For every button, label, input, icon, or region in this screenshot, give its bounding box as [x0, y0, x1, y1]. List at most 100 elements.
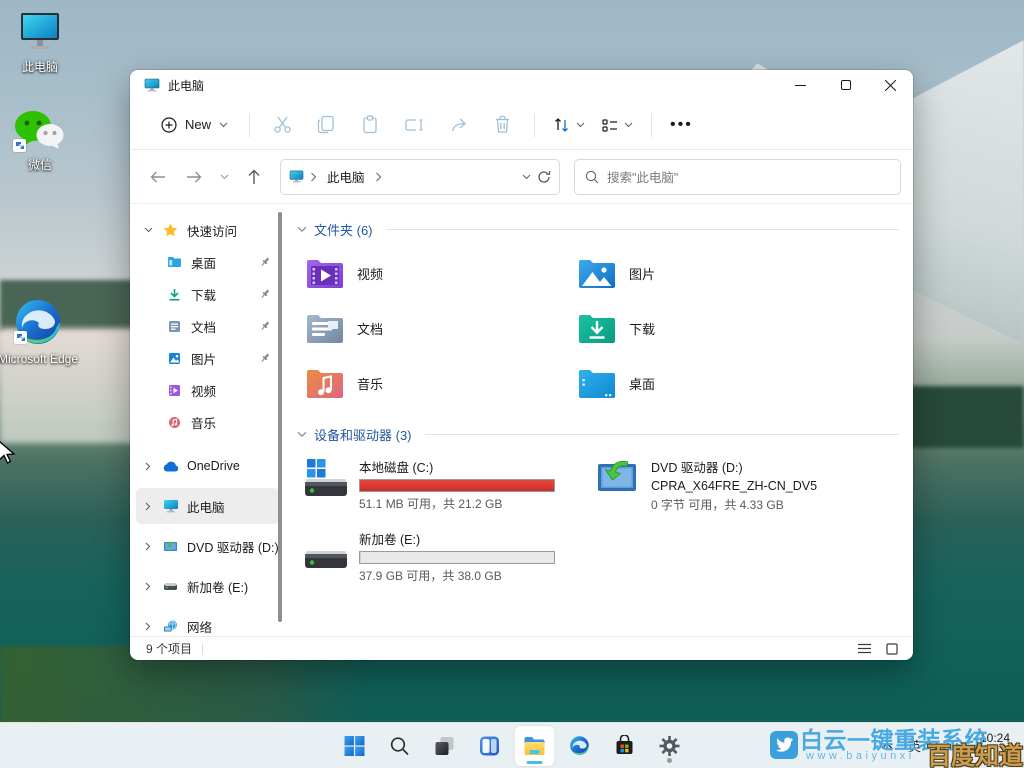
- chevron-right-icon[interactable]: [142, 622, 154, 631]
- disk-usage-bar: [359, 479, 555, 492]
- folder-tile-videos[interactable]: 视频: [295, 246, 567, 301]
- start-button[interactable]: [335, 726, 375, 766]
- file-explorer-button[interactable]: [515, 726, 555, 766]
- chevron-down-icon[interactable]: [142, 227, 154, 233]
- title-bar[interactable]: 此电脑: [130, 70, 913, 100]
- forward-button[interactable]: [178, 161, 210, 193]
- sidebar-item-dvd-drive[interactable]: DVD 驱动器 (D:): [136, 528, 279, 564]
- drive-tile-c[interactable]: 本地磁盘 (C:) 51.1 MB 可用，共 21.2 GB: [295, 451, 587, 519]
- windows-logo-icon: [344, 735, 366, 757]
- search-button[interactable]: [380, 726, 420, 766]
- sidebar-item-onedrive[interactable]: OneDrive: [136, 448, 279, 484]
- sidebar-item-this-pc[interactable]: 此电脑: [136, 488, 279, 524]
- folder-tile-documents[interactable]: 文档: [295, 301, 567, 356]
- sidebar-item-label: 网络: [187, 617, 212, 636]
- recent-locations-button[interactable]: [214, 161, 234, 193]
- address-bar[interactable]: 此电脑: [280, 159, 560, 195]
- folder-tile-desktop[interactable]: 桌面: [567, 356, 839, 411]
- folder-tile-pictures[interactable]: 图片: [567, 246, 839, 301]
- chevron-right-icon[interactable]: [142, 542, 154, 551]
- store-button[interactable]: [605, 726, 645, 766]
- input-language-indicator[interactable]: 英: [903, 732, 926, 759]
- folder-tile-music[interactable]: 音乐: [295, 356, 567, 411]
- hidden-icons-chevron[interactable]: [881, 742, 893, 750]
- sidebar-item-documents[interactable]: 文档: [136, 310, 279, 342]
- sidebar-item-pictures[interactable]: 图片: [136, 342, 279, 374]
- desktop-icon-this-pc[interactable]: 此电脑: [0, 10, 86, 75]
- chevron-down-icon: [219, 122, 228, 128]
- section-rule: [386, 229, 899, 230]
- desktop-folder-icon: [577, 367, 617, 400]
- maximize-button[interactable]: [823, 70, 868, 100]
- sidebar-item-label: DVD 驱动器 (D:): [187, 537, 279, 556]
- cut-button[interactable]: [260, 108, 304, 142]
- rename-button[interactable]: [392, 108, 436, 142]
- sidebar-item-label: 视频: [191, 381, 216, 400]
- chevron-right-icon[interactable]: [142, 582, 154, 591]
- sidebar-item-videos[interactable]: 视频: [136, 374, 279, 406]
- paste-button[interactable]: [348, 108, 392, 142]
- downloads-folder-icon: [577, 312, 617, 345]
- chevron-right-icon[interactable]: [142, 462, 154, 471]
- hard-drive-icon: [162, 582, 179, 591]
- view-options-icon: [601, 117, 619, 133]
- sidebar-item-quick-access[interactable]: 快速访问: [136, 214, 279, 246]
- widgets-button[interactable]: [470, 726, 510, 766]
- drive-tile-dvd[interactable]: DVD 驱动器 (D:) CPRA_X64FRE_ZH-CN_DV5 0 字节 …: [587, 451, 879, 519]
- collapse-chevron-icon[interactable]: [297, 226, 307, 233]
- sidebar-item-label: 新加卷 (E:): [187, 577, 248, 596]
- desktop-icon-wechat[interactable]: 微信: [0, 108, 86, 173]
- folder-name: 下载: [629, 319, 655, 338]
- chevron-right-icon[interactable]: [142, 502, 154, 511]
- edge-icon: [12, 298, 64, 348]
- edge-button[interactable]: [560, 726, 600, 766]
- drive-tile-e[interactable]: 新加卷 (E:) 37.9 GB 可用，共 38.0 GB: [295, 523, 587, 590]
- documents-icon: [166, 320, 183, 333]
- section-rule: [425, 434, 899, 435]
- drive-name: DVD 驱动器 (D:): [651, 457, 817, 476]
- copy-button[interactable]: [304, 108, 348, 142]
- minimize-button[interactable]: [778, 70, 823, 100]
- item-count: 9 个项目: [146, 640, 192, 657]
- more-options-button[interactable]: •••: [662, 112, 701, 138]
- view-button[interactable]: [593, 111, 641, 139]
- sidebar-item-desktop[interactable]: 桌面: [136, 246, 279, 278]
- status-bar: 9 个项目: [130, 636, 913, 660]
- star-icon: [162, 223, 179, 237]
- breadcrumb-this-pc[interactable]: 此电脑: [323, 164, 369, 189]
- search-icon: [390, 736, 410, 756]
- large-icons-view-toggle[interactable]: [881, 640, 903, 658]
- dvd-drive-icon: [595, 457, 641, 497]
- back-button[interactable]: [142, 161, 174, 193]
- taskbar-clock[interactable]: 10:24: [936, 729, 1010, 745]
- refresh-icon[interactable]: [537, 170, 551, 184]
- share-button[interactable]: [436, 108, 480, 142]
- details-view-toggle[interactable]: [853, 640, 875, 658]
- widgets-icon: [479, 735, 501, 757]
- drive-name: 新加卷 (E:): [359, 529, 555, 548]
- delete-button[interactable]: [480, 108, 524, 142]
- desktop-icon-edge[interactable]: Microsoft Edge: [0, 298, 84, 367]
- search-input[interactable]: 搜索"此电脑": [574, 159, 901, 195]
- chevron-right-icon: [375, 172, 382, 182]
- chevron-right-icon: [310, 172, 317, 182]
- navigation-pane: 快速访问 桌面 下载: [130, 204, 285, 636]
- close-button[interactable]: [868, 70, 913, 100]
- folder-tile-downloads[interactable]: 下载: [567, 301, 839, 356]
- task-view-button[interactable]: [425, 726, 465, 766]
- collapse-chevron-icon[interactable]: [297, 431, 307, 438]
- drive-caption: 51.1 MB 可用，共 21.2 GB: [359, 495, 555, 512]
- address-dropdown-icon[interactable]: [522, 174, 531, 180]
- videos-icon: [166, 384, 183, 397]
- share-icon: [449, 116, 468, 134]
- new-button[interactable]: New: [150, 110, 239, 140]
- sidebar-item-network[interactable]: 网络: [136, 608, 279, 636]
- sidebar-item-music[interactable]: 音乐: [136, 406, 279, 438]
- sort-button[interactable]: [545, 111, 593, 139]
- sidebar-item-label: 下载: [191, 285, 216, 304]
- up-button[interactable]: [238, 161, 270, 193]
- sidebar-item-new-volume[interactable]: 新加卷 (E:): [136, 568, 279, 604]
- sidebar-item-downloads[interactable]: 下载: [136, 278, 279, 310]
- sidebar-scrollbar[interactable]: [278, 212, 282, 622]
- settings-button[interactable]: [650, 726, 690, 766]
